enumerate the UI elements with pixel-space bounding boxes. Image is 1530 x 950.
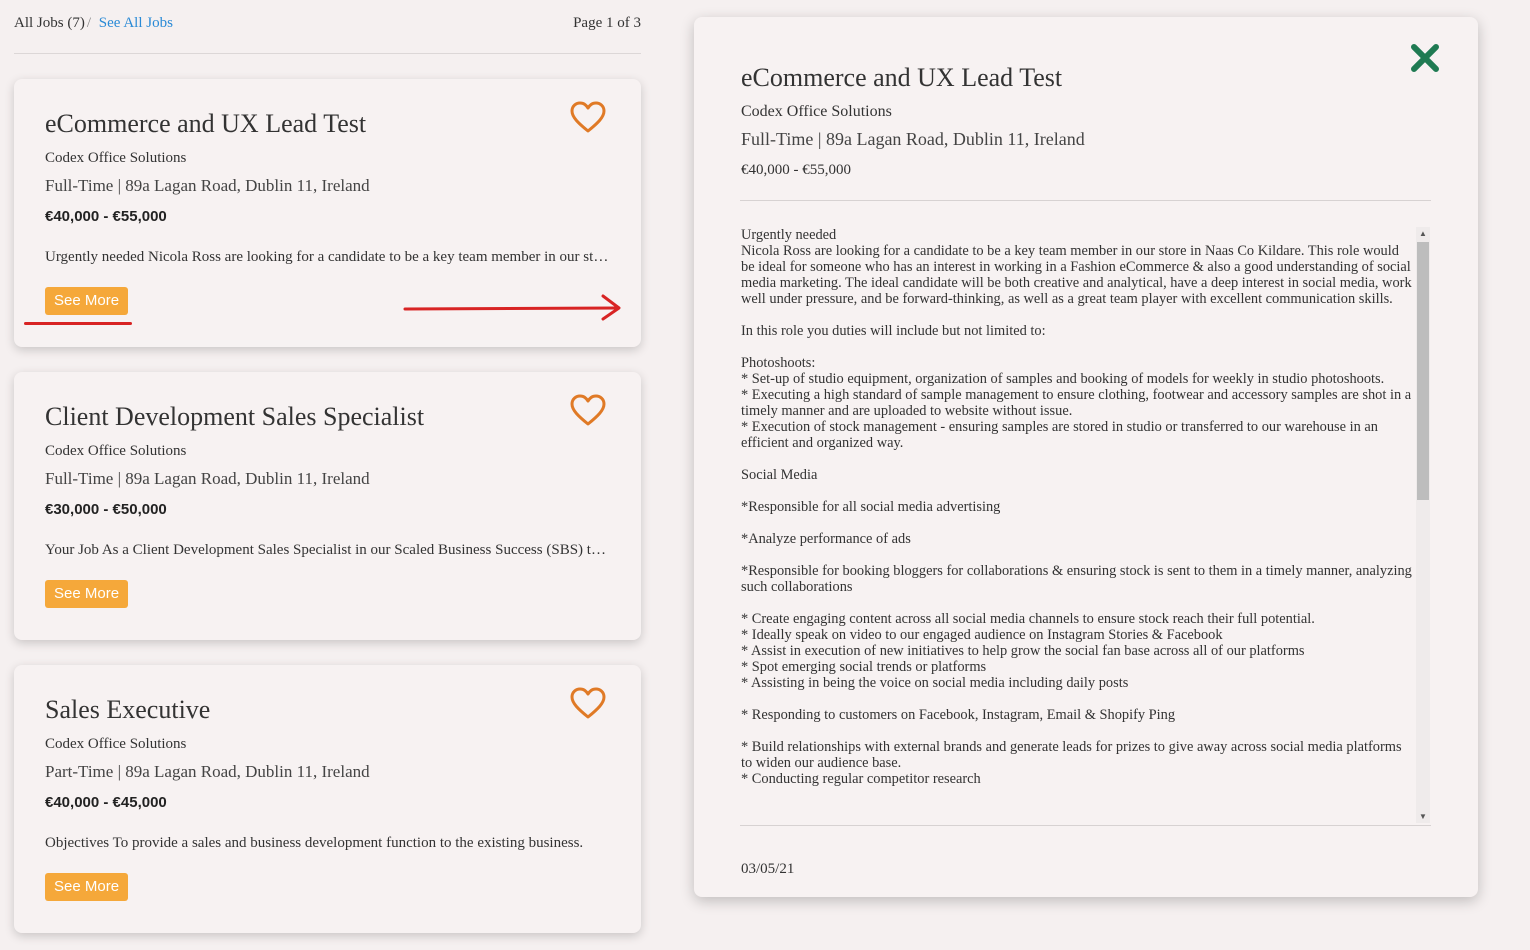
scroll-up-arrow-icon[interactable]: ▲ [1419, 229, 1427, 238]
job-company: Codex Office Solutions [45, 443, 187, 459]
job-detail-panel: eCommerce and UX Lead Test Codex Office … [694, 17, 1478, 897]
job-salary: €40,000 - €45,000 [45, 794, 167, 811]
heart-icon[interactable] [570, 394, 606, 427]
scrollbar-thumb[interactable] [1417, 242, 1429, 500]
job-title: eCommerce and UX Lead Test [45, 109, 367, 138]
scroll-down-arrow-icon[interactable]: ▼ [1419, 812, 1427, 821]
annotation-underline [24, 322, 132, 325]
breadcrumb-separator: / [86, 15, 92, 31]
job-company: Codex Office Solutions [45, 736, 187, 752]
breadcrumb-bar: All Jobs (7) / See All Jobs Page 1 of 3 [14, 15, 641, 54]
see-all-jobs-link[interactable]: See All Jobs [99, 15, 173, 31]
description-scrollbar[interactable]: ▲ ▼ [1416, 227, 1430, 823]
detail-company: Codex Office Solutions [741, 103, 892, 120]
job-title: Client Development Sales Specialist [45, 402, 425, 431]
job-description: Your Job As a Client Development Sales S… [45, 542, 610, 558]
job-card: Sales Executive Codex Office Solutions P… [14, 665, 641, 933]
job-card: Client Development Sales Specialist Code… [14, 372, 641, 640]
job-salary: €30,000 - €50,000 [45, 501, 167, 518]
job-company: Codex Office Solutions [45, 150, 187, 166]
heart-icon[interactable] [570, 101, 606, 134]
all-jobs-count: All Jobs (7) [14, 15, 85, 31]
detail-meta: Full-Time | 89a Lagan Road, Dublin 11, I… [741, 129, 1085, 149]
detail-salary: €40,000 - €55,000 [741, 162, 851, 178]
annotation-arrow-icon [403, 294, 621, 321]
job-meta: Full-Time | 89a Lagan Road, Dublin 11, I… [45, 469, 370, 488]
job-meta: Full-Time | 89a Lagan Road, Dublin 11, I… [45, 176, 370, 195]
close-icon[interactable] [1410, 43, 1440, 73]
page-indicator: Page 1 of 3 [573, 15, 641, 31]
divider [740, 825, 1431, 826]
see-more-button[interactable]: See More [45, 580, 129, 608]
see-more-button[interactable]: See More [45, 873, 129, 901]
job-salary: €40,000 - €55,000 [45, 208, 167, 225]
job-description-body[interactable]: Urgently needed Nicola Ross are looking … [741, 227, 1414, 823]
job-description: Objectives To provide a sales and busine… [45, 835, 584, 851]
divider [740, 200, 1431, 201]
job-meta: Part-Time | 89a Lagan Road, Dublin 11, I… [45, 762, 370, 781]
see-more-button[interactable]: See More [45, 287, 129, 315]
posted-date: 03/05/21 [741, 861, 795, 877]
job-description: Urgently needed Nicola Ross are looking … [45, 249, 610, 265]
heart-icon[interactable] [570, 687, 606, 720]
job-title: Sales Executive [45, 695, 211, 724]
detail-title: eCommerce and UX Lead Test [741, 63, 1063, 92]
